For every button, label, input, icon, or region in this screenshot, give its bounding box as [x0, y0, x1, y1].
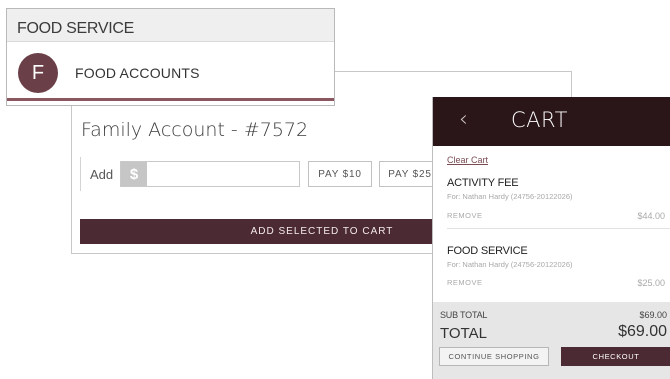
subtotal-value: $69.00	[639, 310, 667, 320]
chevron-left-icon[interactable]: ‹	[459, 107, 468, 132]
cart-header: ‹ CART	[433, 97, 670, 146]
dollar-icon: $	[121, 162, 147, 186]
cart-item-for: For: Nathan Hardy (24756-20122026)	[447, 260, 573, 269]
cart-item-name: FOOD SERVICE	[447, 245, 528, 257]
pay-10-button[interactable]: PAY $10	[308, 161, 372, 187]
subtotal-label: SUB TOTAL	[440, 310, 488, 320]
cart-item-name: ACTIVITY FEE	[447, 177, 519, 189]
account-title: Family Account - #7572	[81, 119, 309, 141]
cart-item-price: $25.00	[637, 278, 665, 288]
cart-panel: ‹ CART Clear Cart ACTIVITY FEE For: Nath…	[432, 97, 670, 379]
food-accounts-label: FOOD ACCOUNTS	[75, 65, 200, 81]
cart-title: CART	[511, 108, 568, 132]
cart-summary: SUB TOTAL $69.00 TOTAL $69.00 CONTINUE S…	[433, 302, 670, 379]
active-underline	[7, 98, 334, 101]
avatar: F	[18, 53, 58, 93]
total-value: $69.00	[618, 323, 667, 340]
amount-input[interactable]: $	[120, 161, 300, 187]
total-label: TOTAL	[440, 325, 487, 342]
cart-item: ACTIVITY FEE For: Nathan Hardy (24756-20…	[447, 177, 670, 229]
cart-item: FOOD SERVICE For: Nathan Hardy (24756-20…	[447, 245, 670, 293]
checkout-button[interactable]: CHECKOUT	[561, 347, 670, 366]
remove-item-link[interactable]: REMOVE	[447, 278, 483, 287]
cart-item-for: For: Nathan Hardy (24756-20122026)	[447, 192, 573, 201]
food-accounts-item[interactable]: F FOOD ACCOUNTS	[7, 43, 334, 101]
continue-shopping-button[interactable]: CONTINUE SHOPPING	[439, 347, 549, 366]
food-service-header: FOOD SERVICE	[7, 9, 334, 42]
remove-item-link[interactable]: REMOVE	[447, 211, 483, 220]
clear-cart-link[interactable]: Clear Cart	[447, 155, 488, 165]
cart-item-price: $44.00	[637, 211, 665, 221]
add-label: Add	[90, 167, 114, 182]
food-service-card: FOOD SERVICE F FOOD ACCOUNTS	[6, 8, 335, 106]
